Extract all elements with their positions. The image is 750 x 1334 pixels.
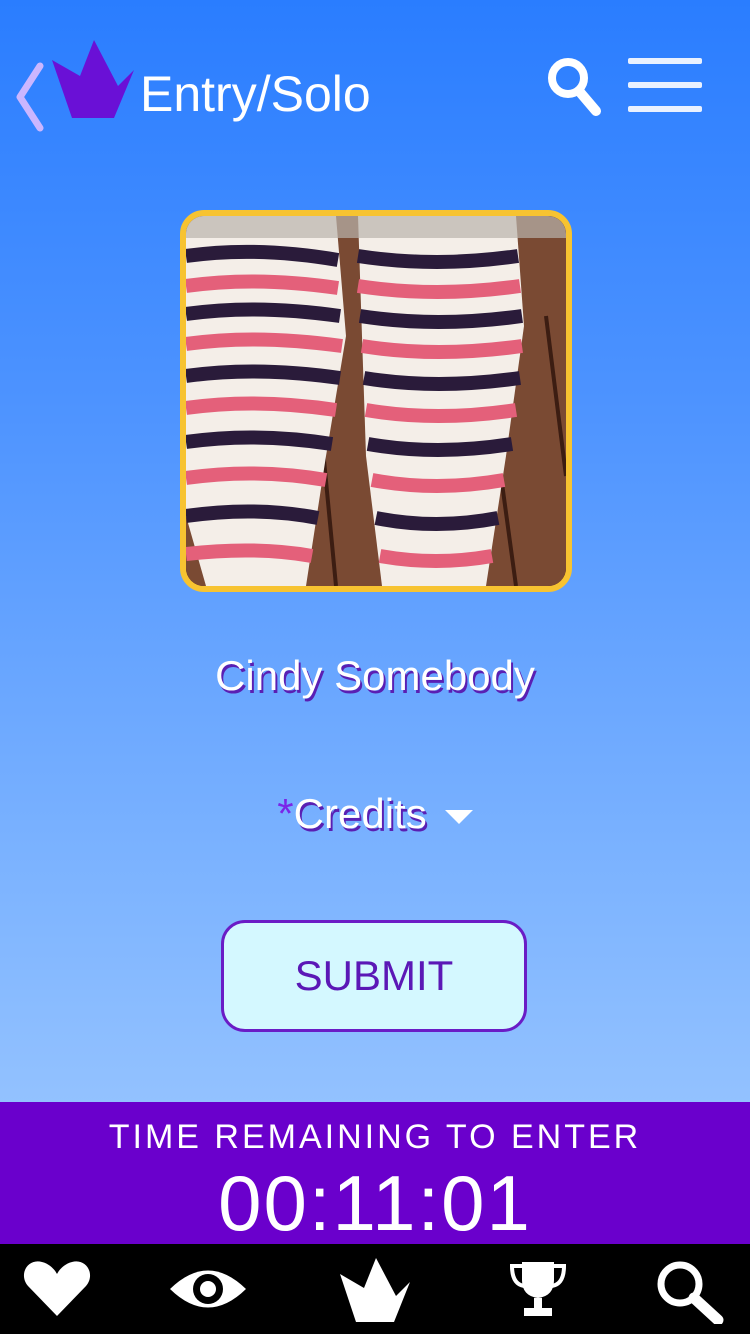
required-asterisk: * (277, 790, 294, 837)
menu-button[interactable] (626, 56, 704, 116)
entrant-name: Cindy Somebody (215, 652, 535, 699)
caret-down-icon (444, 809, 473, 824)
nav-search[interactable] (654, 1258, 724, 1326)
crown-icon (340, 1258, 410, 1322)
search-icon (657, 1261, 724, 1326)
entry-photo[interactable] (180, 210, 572, 592)
search-icon (548, 58, 601, 116)
submit-button[interactable]: SUBMIT (221, 920, 527, 1032)
bottom-nav (0, 1244, 750, 1334)
timer-label: TIME REMAINING TO ENTER (108, 1118, 642, 1156)
heart-icon (23, 1261, 91, 1316)
nav-favorites[interactable] (22, 1258, 92, 1320)
search-button[interactable] (546, 56, 602, 118)
menu-bar (628, 58, 702, 64)
credits-dropdown[interactable]: *Credits (0, 790, 750, 838)
chevron-left-icon (16, 62, 44, 132)
nav-home[interactable] (338, 1258, 410, 1322)
header: Entry/Solo (0, 0, 750, 190)
trophy-icon (509, 1262, 567, 1316)
eye-icon (170, 1270, 246, 1308)
timer-countdown: 00:11:01 (218, 1159, 532, 1247)
timer-bar: TIME REMAINING TO ENTER 00:11:01 (0, 1102, 750, 1247)
striped-socks-image (186, 216, 566, 586)
nav-watch[interactable] (168, 1258, 246, 1320)
back-button[interactable] (12, 62, 46, 132)
menu-bar (628, 106, 702, 112)
nav-leaderboard[interactable] (508, 1258, 578, 1320)
page-title: Entry/Solo (140, 66, 371, 122)
credits-label: Credits (293, 790, 427, 837)
crown-logo-icon[interactable] (50, 40, 136, 120)
menu-bar (628, 82, 702, 88)
